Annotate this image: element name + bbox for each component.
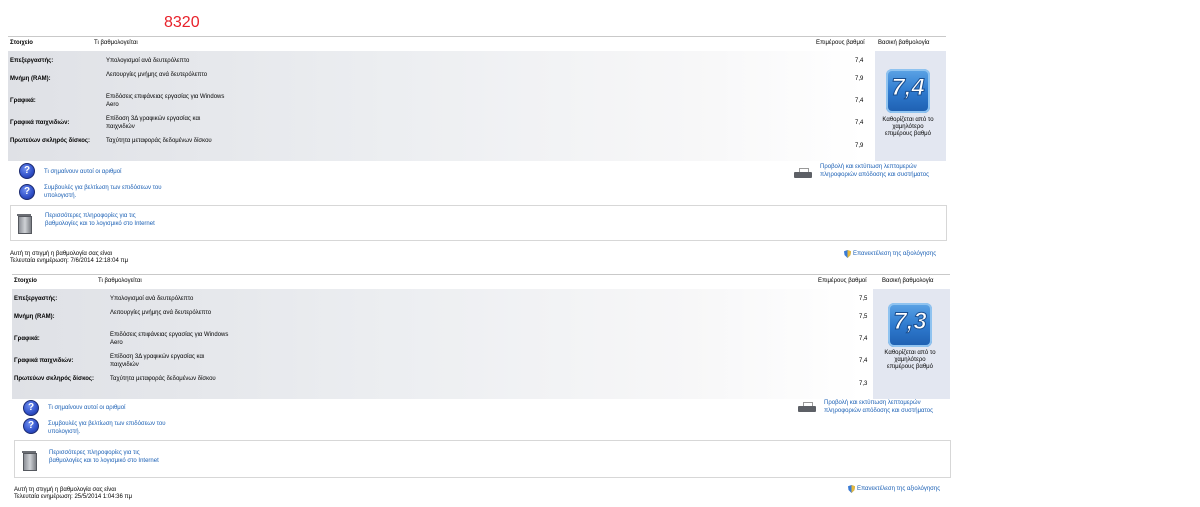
recycle-bin-icon bbox=[22, 451, 37, 471]
header-item: Στοιχείο bbox=[14, 278, 37, 284]
base-score-badge: 7,4 bbox=[886, 69, 930, 113]
link-view-print-details[interactable]: Προβολή και εκτύπωση λεπτομερών πληροφορ… bbox=[824, 399, 954, 415]
recycle-bin-icon bbox=[17, 214, 32, 234]
link-performance-tips[interactable]: Συμβουλές για βελτίωση των επιδόσεων του… bbox=[44, 184, 164, 200]
header-subscore: Επιμέρους βαθμοί bbox=[818, 278, 867, 284]
header-basescore: Βασική βαθμολογία bbox=[882, 278, 934, 284]
link-view-print-details[interactable]: Προβολή και εκτύπωση λεπτομερών πληροφορ… bbox=[820, 163, 950, 179]
table-row: Πρωτεύων σκληρός δίσκος: Ταχύτητα μεταφο… bbox=[14, 376, 868, 387]
uac-shield-icon bbox=[848, 485, 855, 493]
table-header: Στοιχείο Τι βαθμολογείται Επιμέρους βαθμ… bbox=[8, 36, 946, 52]
header-basescore: Βασική βαθμολογία bbox=[878, 40, 930, 46]
base-score-badge: 7,3 bbox=[888, 303, 932, 347]
table-row: Μνήμη (RAM): Λειτουργίες μνήμης ανά δευτ… bbox=[10, 72, 864, 82]
annotation-top-score: 8320 bbox=[164, 14, 200, 31]
table-row: Πρωτεύων σκληρός δίσκος: Ταχύτητα μεταφο… bbox=[10, 138, 864, 149]
table-row: Γραφικά παιχνιδιών: Επίδοση 3Δ γραφικών … bbox=[14, 354, 868, 368]
base-score-caption: Καθορίζεται από το χαμηλότερο επιμέρους … bbox=[882, 117, 934, 137]
help-question-icon[interactable]: ? bbox=[19, 163, 35, 179]
header-subscore: Επιμέρους βαθμοί bbox=[816, 40, 865, 46]
printer-icon[interactable] bbox=[798, 402, 816, 412]
more-info-box: Περισσότερες πληροφορίες για τις βαθμολο… bbox=[14, 440, 951, 478]
table-row: Γραφικά παιχνιδιών: Επίδοση 3Δ γραφικών … bbox=[10, 116, 864, 130]
link-what-numbers-mean[interactable]: Τι σημαίνουν αυτοί οι αριθμοί bbox=[44, 168, 121, 176]
help-question-icon[interactable]: ? bbox=[23, 418, 39, 434]
wei-panel-top: Στοιχείο Τι βαθμολογείται Επιμέρους βαθμ… bbox=[8, 36, 947, 268]
table-header: Στοιχείο Τι βαθμολογείται Επιμέρους βαθμ… bbox=[12, 274, 950, 290]
status-last-update: Τελευταία ενημέρωση: 7/6/2014 12:18:04 π… bbox=[10, 258, 129, 264]
link-more-info-internet[interactable]: Περισσότερες πληροφορίες για τις βαθμολο… bbox=[49, 449, 169, 465]
score-table: Επεξεργαστής: Υπολογισμοί ανά δευτερόλεπ… bbox=[8, 51, 946, 161]
base-score-caption: Καθορίζεται από το χαμηλότερο επιμέρους … bbox=[884, 350, 936, 370]
table-row: Γραφικά: Επιδόσεις επιφάνειας εργασίας γ… bbox=[14, 332, 868, 346]
status-current-score: Αυτή τη στιγμή η βαθμολογία σας είναι bbox=[14, 487, 117, 493]
help-question-icon[interactable]: ? bbox=[19, 184, 35, 200]
link-more-info-internet[interactable]: Περισσότερες πληροφορίες για τις βαθμολο… bbox=[45, 212, 165, 228]
link-performance-tips[interactable]: Συμβουλές για βελτίωση των επιδόσεων του… bbox=[48, 420, 168, 436]
header-rated: Τι βαθμολογείται bbox=[98, 278, 142, 284]
rerun-assessment-link[interactable]: Επανεκτέλεση της αξιολόγησης bbox=[853, 250, 936, 258]
link-what-numbers-mean[interactable]: Τι σημαίνουν αυτοί οι αριθμοί bbox=[48, 404, 125, 412]
status-last-update: Τελευταία ενημέρωση: 25/5/2014 1:04:36 π… bbox=[14, 494, 133, 500]
table-row: Μνήμη (RAM): Λειτουργίες μνήμης ανά δευτ… bbox=[14, 310, 868, 320]
table-row: Γραφικά: Επιδόσεις επιφάνειας εργασίας γ… bbox=[10, 94, 864, 108]
score-table: Επεξεργαστής: Υπολογισμοί ανά δευτερόλεπ… bbox=[12, 289, 950, 399]
rerun-assessment-link[interactable]: Επανεκτέλεση της αξιολόγησης bbox=[857, 485, 940, 493]
uac-shield-icon bbox=[844, 250, 851, 258]
header-rated: Τι βαθμολογείται bbox=[94, 40, 138, 46]
more-info-box: Περισσότερες πληροφορίες για τις βαθμολο… bbox=[10, 205, 947, 241]
status-current-score: Αυτή τη στιγμή η βαθμολογία σας είναι bbox=[10, 251, 113, 257]
header-item: Στοιχείο bbox=[10, 40, 33, 46]
wei-panel-bottom: Στοιχείο Τι βαθμολογείται Επιμέρους βαθμ… bbox=[12, 274, 951, 504]
help-question-icon[interactable]: ? bbox=[23, 400, 39, 416]
printer-icon[interactable] bbox=[794, 168, 812, 178]
